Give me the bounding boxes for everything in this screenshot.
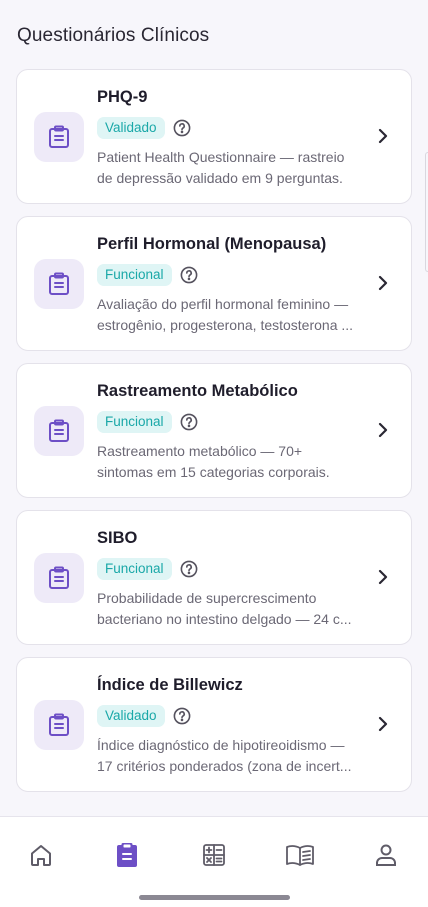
bottom-nav xyxy=(0,816,428,907)
home-indicator xyxy=(139,895,290,900)
description-line: Rastreamento metabólico — 70+ xyxy=(97,443,303,459)
book-icon[interactable] xyxy=(285,841,315,869)
status-badge: Funcional xyxy=(97,411,172,433)
home-icon[interactable] xyxy=(26,841,56,869)
description-line: sintomas em 15 categorias corporais. xyxy=(97,464,330,480)
user-icon[interactable] xyxy=(371,841,401,869)
questionnaire-list: PHQ-9 Validado Patient Health Questionna… xyxy=(16,69,412,804)
questionnaire-card-phq9[interactable]: PHQ-9 Validado Patient Health Questionna… xyxy=(16,69,412,204)
card-title: Índice de Billewicz xyxy=(97,676,243,694)
status-badge: Validado xyxy=(97,705,165,727)
questionnaire-card-perfil-hormonal[interactable]: Perfil Hormonal (Menopausa) Funcional Av… xyxy=(16,216,412,351)
clipboard-list-icon xyxy=(34,553,84,603)
clipboard-icon[interactable] xyxy=(112,841,142,869)
chevron-right-icon xyxy=(377,715,389,733)
card-description: Patient Health Questionnaire — rastreio … xyxy=(97,147,369,189)
description-line: Probabilidade de supercrescimento xyxy=(97,590,317,606)
help-circle-icon[interactable] xyxy=(180,413,198,431)
chevron-right-icon xyxy=(377,127,389,145)
description-line: estrogênio, progesterona, testosterona .… xyxy=(97,317,354,333)
card-title: SIBO xyxy=(97,529,138,547)
status-badge: Funcional xyxy=(97,558,172,580)
status-badge: Funcional xyxy=(97,264,172,286)
card-description: Probabilidade de supercrescimento bacter… xyxy=(97,588,369,630)
clipboard-list-icon xyxy=(34,259,84,309)
clipboard-list-icon xyxy=(34,700,84,750)
help-circle-icon[interactable] xyxy=(173,707,191,725)
page-title: Questionários Clínicos xyxy=(17,25,210,46)
help-circle-icon[interactable] xyxy=(173,119,191,137)
questionnaire-card-rastreamento-metabolico[interactable]: Rastreamento Metabólico Funcional Rastre… xyxy=(16,363,412,498)
card-description: Rastreamento metabólico — 70+ sintomas e… xyxy=(97,441,369,483)
clipboard-list-icon xyxy=(34,406,84,456)
help-circle-icon[interactable] xyxy=(180,560,198,578)
description-line: Avaliação do perfil hormonal feminino — xyxy=(97,296,349,312)
chevron-right-icon xyxy=(377,568,389,586)
help-circle-icon[interactable] xyxy=(180,266,198,284)
card-title: PHQ-9 xyxy=(97,88,148,106)
status-badge: Validado xyxy=(97,117,165,139)
description-line: Patient Health Questionnaire — rastreio xyxy=(97,149,345,165)
card-description: Índice diagnóstico de hipotireoidismo — … xyxy=(97,735,369,777)
chevron-right-icon xyxy=(377,274,389,292)
questionnaire-card-sibo[interactable]: SIBO Funcional Probabilidade de supercre… xyxy=(16,510,412,645)
calculator-icon[interactable] xyxy=(199,841,229,869)
description-line: de depressão validado em 9 perguntas. xyxy=(97,170,343,186)
questionnaire-card-billewicz[interactable]: Índice de Billewicz Validado Índice diag… xyxy=(16,657,412,792)
description-line: Índice diagnóstico de hipotireoidismo — xyxy=(97,737,345,753)
card-description: Avaliação do perfil hormonal feminino — … xyxy=(97,294,369,336)
description-line: bacteriano no intestino delgado — 24 c..… xyxy=(97,611,352,627)
card-title: Rastreamento Metabólico xyxy=(97,382,298,400)
clipboard-list-icon xyxy=(34,112,84,162)
description-line: 17 critérios ponderados (zona de incert.… xyxy=(97,758,352,774)
chevron-right-icon xyxy=(377,421,389,439)
card-title: Perfil Hormonal (Menopausa) xyxy=(97,235,327,253)
